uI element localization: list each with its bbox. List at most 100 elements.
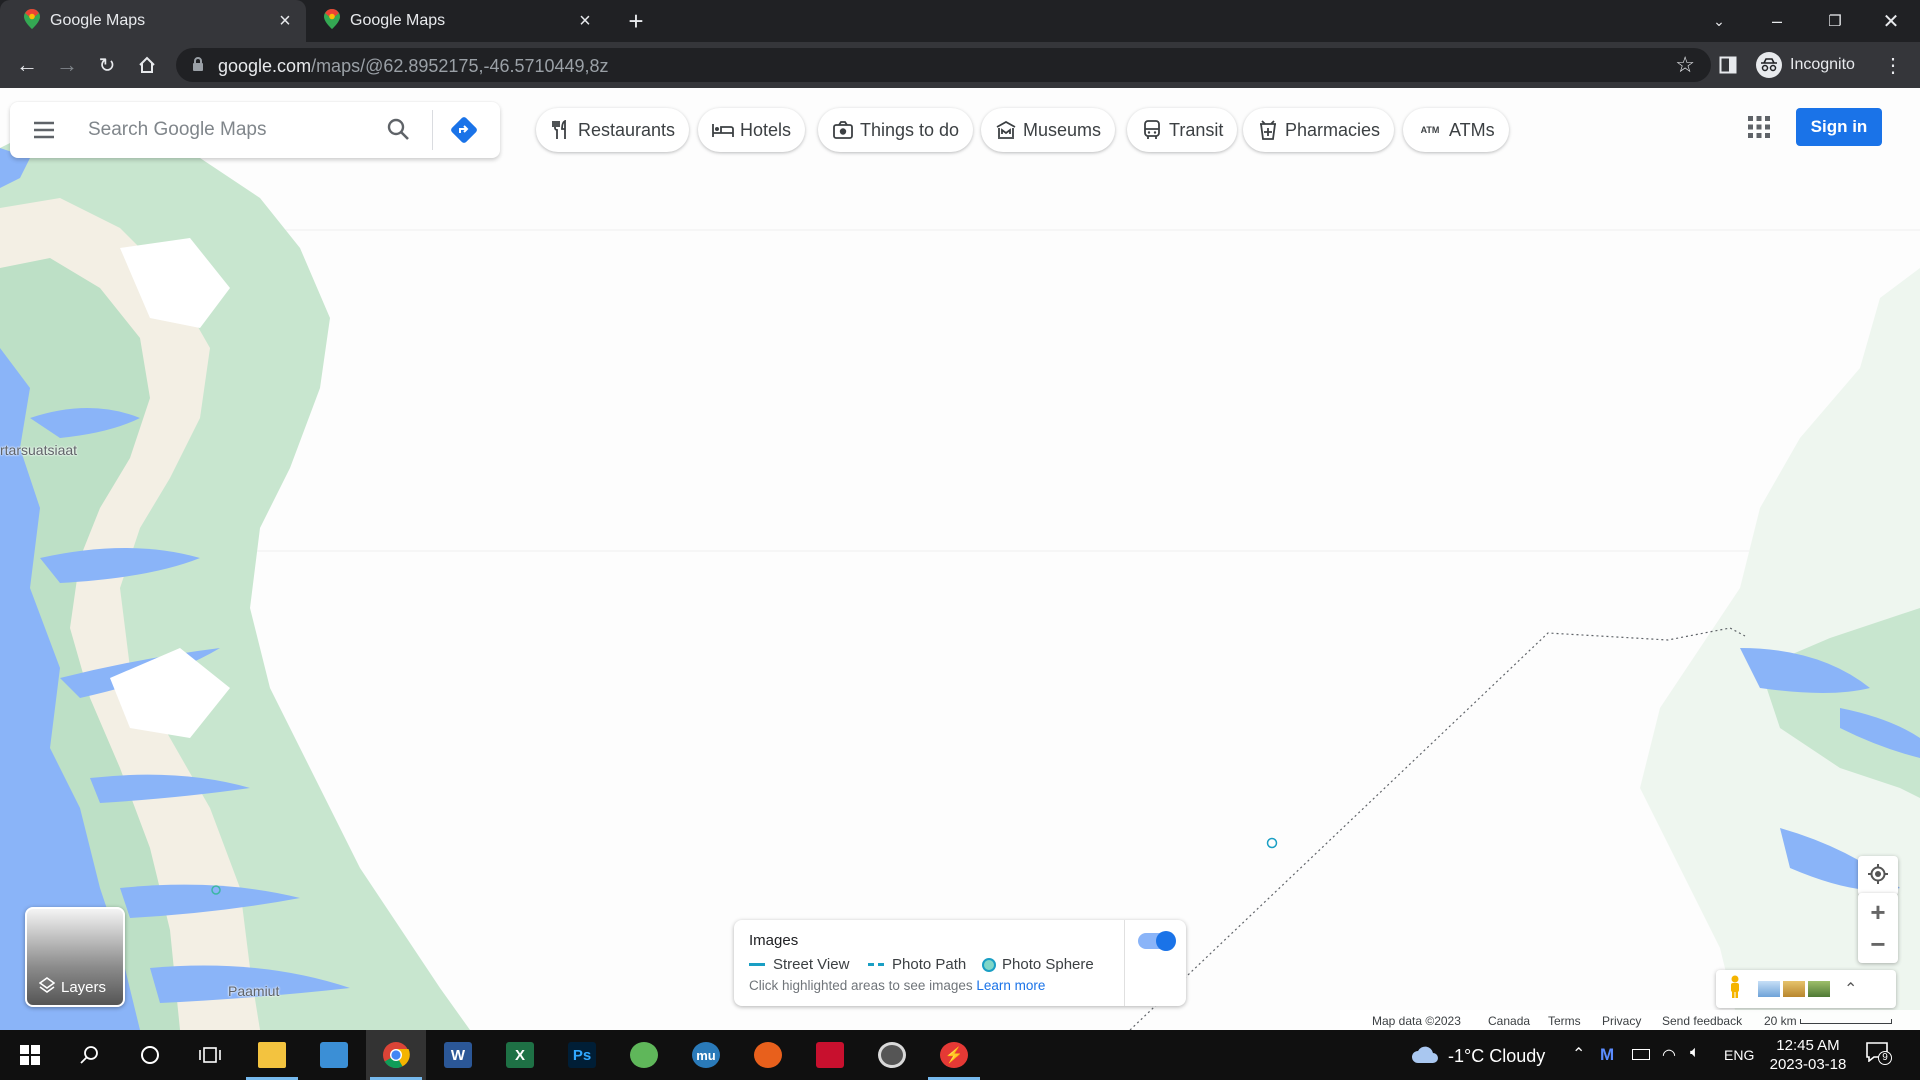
chip-atms[interactable]: ATM ATMs	[1403, 108, 1509, 152]
lock-icon[interactable]	[192, 56, 204, 77]
video-editor-icon[interactable]	[800, 1030, 860, 1080]
zoom-in-icon[interactable]: +	[1870, 896, 1885, 928]
vpn-app-icon[interactable]	[614, 1030, 674, 1080]
taskbar-search-icon[interactable]	[60, 1030, 120, 1080]
clock-time: 12:45 AM	[1776, 1037, 1840, 1054]
media-app-icon[interactable]	[738, 1030, 798, 1080]
tab-title: Google Maps	[50, 12, 146, 29]
my-location-button[interactable]	[1858, 856, 1898, 896]
scale-bar	[1800, 1019, 1892, 1024]
task-view-icon[interactable]	[180, 1030, 240, 1080]
map-label-paamiut[interactable]: Paamiut	[228, 983, 279, 999]
close-tab-icon[interactable]: ×	[274, 10, 296, 32]
photoshop-icon[interactable]: Ps	[552, 1030, 612, 1080]
battery-icon[interactable]	[1632, 1049, 1650, 1060]
weather-widget[interactable]: -1°C Cloudy	[1410, 1044, 1545, 1069]
search-input[interactable]	[88, 118, 368, 142]
restore-icon[interactable]: ❐	[1806, 0, 1864, 42]
imagery-thumb-icon[interactable]	[1758, 981, 1780, 997]
directions-icon[interactable]	[450, 116, 478, 149]
address-bar[interactable]: google.com/maps/@62.8952175,-46.5710449,…	[176, 48, 1711, 82]
scale-label[interactable]: 20 km	[1764, 1014, 1797, 1028]
window-close-icon[interactable]: ✕	[1862, 0, 1920, 42]
street-view-line-icon	[749, 963, 765, 966]
close-tab-icon[interactable]: ×	[574, 10, 596, 32]
weather-text: -1°C Cloudy	[1448, 1046, 1546, 1066]
tray-m-app-icon[interactable]: M	[1600, 1045, 1614, 1065]
chip-label: Restaurants	[578, 119, 676, 140]
sign-in-button[interactable]: Sign in	[1796, 108, 1882, 146]
legend-label: Photo Sphere	[1002, 956, 1094, 973]
google-apps-grid-icon[interactable]	[1748, 116, 1770, 143]
chip-restaurants[interactable]: Restaurants	[536, 108, 690, 152]
word-icon[interactable]: W	[428, 1030, 488, 1080]
bed-icon	[712, 119, 734, 141]
url-path: /maps/@62.8952175,-46.5710449,8z	[311, 56, 609, 76]
browser-menu-icon[interactable]: ⋮	[1876, 48, 1910, 82]
back-arrow-icon[interactable]: ←	[10, 48, 44, 82]
expand-chevron-icon[interactable]: ⌃	[1844, 979, 1857, 999]
flash-app-icon[interactable]: ⚡	[924, 1030, 984, 1080]
learn-more-link[interactable]: Learn more	[976, 978, 1045, 993]
imagery-thumb-icon[interactable]	[1808, 981, 1830, 997]
disc-app-icon[interactable]	[862, 1030, 922, 1080]
show-hidden-icons-chevron-icon[interactable]: ⌃	[1572, 1044, 1585, 1064]
images-toggle[interactable]	[1138, 931, 1176, 951]
search-divider	[432, 110, 433, 150]
notification-center-icon[interactable]: 9	[1866, 1042, 1894, 1068]
chip-pharmacies[interactable]: Pharmacies	[1243, 108, 1395, 152]
fork-knife-icon	[550, 119, 572, 141]
minimize-icon[interactable]: –	[1748, 0, 1806, 42]
home-icon[interactable]	[130, 48, 164, 82]
chip-label: Things to do	[860, 119, 960, 140]
send-feedback-link[interactable]: Send feedback	[1662, 1014, 1742, 1028]
excel-icon[interactable]: X	[490, 1030, 550, 1080]
file-explorer-icon[interactable]	[242, 1030, 302, 1080]
tab-google-maps-active[interactable]: Google Maps ×	[0, 0, 306, 42]
hamburger-menu-icon[interactable]	[32, 119, 56, 146]
search-box	[10, 102, 500, 158]
url-text: google.com/maps/@62.8952175,-46.5710449,…	[218, 56, 609, 77]
tab-search-chevron-icon[interactable]: ⌄	[1690, 0, 1748, 42]
map-data-text: Map data ©2023	[1372, 1014, 1461, 1028]
layers-button[interactable]: Layers	[25, 907, 125, 1007]
pegman-icon[interactable]	[1728, 975, 1742, 1004]
mu-app-icon[interactable]: mu	[676, 1030, 736, 1080]
wifi-icon[interactable]: ◠	[1662, 1045, 1676, 1065]
cortana-icon[interactable]	[120, 1030, 180, 1080]
crosshair-location-icon	[1867, 863, 1889, 890]
chrome-icon[interactable]	[366, 1030, 426, 1080]
map-canvas[interactable]: rtarsuatsiaat Paamiut	[0, 88, 1920, 1030]
side-panel-icon[interactable]	[1711, 48, 1745, 82]
terms-link[interactable]: Terms	[1548, 1014, 1581, 1028]
control-panel-icon[interactable]	[304, 1030, 364, 1080]
zoom-out-icon[interactable]: −	[1870, 928, 1885, 960]
search-icon[interactable]	[386, 117, 410, 146]
legend-photo-path: Photo Path	[868, 956, 966, 973]
bookmark-star-icon[interactable]: ☆	[1675, 52, 1695, 78]
zoom-controls: + −	[1858, 893, 1898, 963]
map-label-place[interactable]: rtarsuatsiaat	[0, 442, 77, 458]
privacy-link[interactable]: Privacy	[1602, 1014, 1641, 1028]
forward-arrow-icon[interactable]: →	[50, 48, 84, 82]
layers-label: Layers	[61, 978, 107, 996]
windows-start-icon[interactable]	[0, 1030, 60, 1080]
chip-hotels[interactable]: Hotels	[698, 108, 806, 152]
tab-google-maps[interactable]: Google Maps ×	[306, 0, 606, 42]
clock[interactable]: 12:45 AM 2023-03-18	[1766, 1036, 1850, 1074]
incognito-profile-button[interactable]: Incognito	[1756, 50, 1855, 80]
street-view-bar: ⌃	[1716, 970, 1896, 1008]
images-panel-title: Images	[749, 932, 799, 949]
chip-transit[interactable]: Transit	[1127, 108, 1238, 152]
chip-museums[interactable]: Museums	[981, 108, 1116, 152]
volume-icon[interactable]: 🔈︎	[1690, 1044, 1700, 1062]
bus-icon	[1141, 119, 1163, 141]
new-tab-plus-icon[interactable]: +	[608, 0, 664, 42]
country-link[interactable]: Canada	[1488, 1014, 1530, 1028]
input-language[interactable]: ENG	[1724, 1047, 1754, 1063]
photo-sphere-dot-icon	[982, 957, 996, 972]
layers-label-wrap: Layers	[38, 977, 107, 997]
chip-things-to-do[interactable]: Things to do	[818, 108, 974, 152]
reload-icon[interactable]: ↻	[90, 48, 124, 82]
imagery-thumb-icon[interactable]	[1783, 981, 1805, 997]
